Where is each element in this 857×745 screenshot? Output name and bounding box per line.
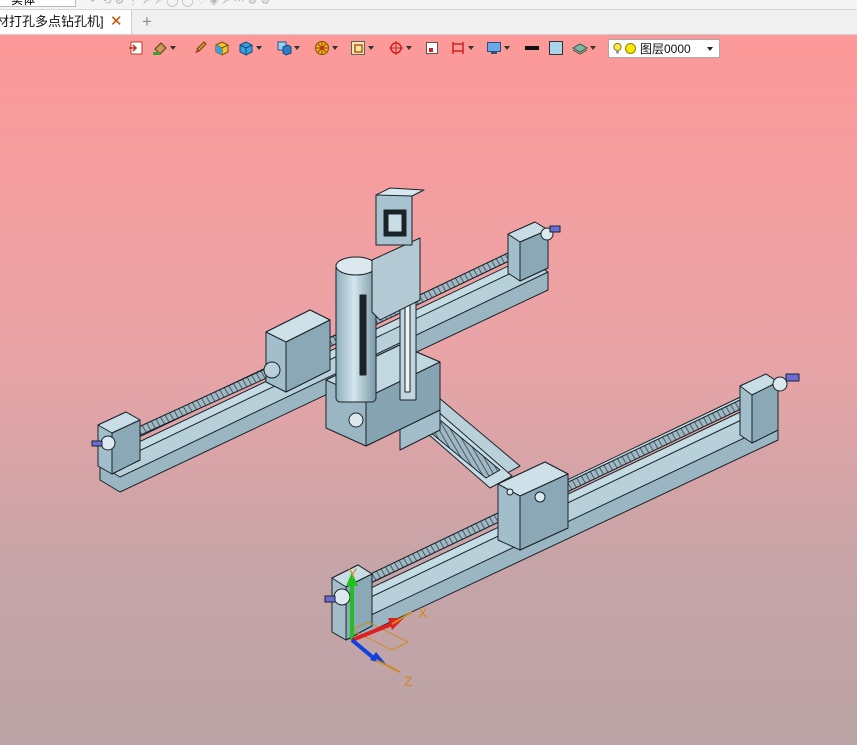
document-tab-bar: 材打孔多点钻孔机] ✕ + [0,10,857,35]
undo-icon[interactable]: ↶ ⟲ ⚙ ⋮ ↗ ↗ ◯ ◯ ♡ ◈ ↗ ⋯ ⚙ ⚙ [90,0,270,7]
axis-y-label: Y [348,565,358,581]
close-tab-icon[interactable]: ✕ [110,10,123,34]
cad-model[interactable]: X Y Z [0,35,857,745]
axis-z-label: Z [404,673,413,689]
new-tab-button[interactable]: + [139,10,155,33]
selection-filter-combo[interactable]: 实体 [0,0,76,7]
top-toolbar-strip: 实体 ↶ ⟲ ⚙ ⋮ ↗ ↗ ◯ ◯ ♡ ◈ ↗ ⋯ ⚙ ⚙ [0,0,857,10]
3d-viewport[interactable]: 图层0000 X Y Z [0,35,857,745]
document-tab[interactable]: 材打孔多点钻孔机] ✕ [0,10,132,34]
axis-x-label: X [418,605,428,621]
document-tab-title: 材打孔多点钻孔机] [0,14,104,29]
